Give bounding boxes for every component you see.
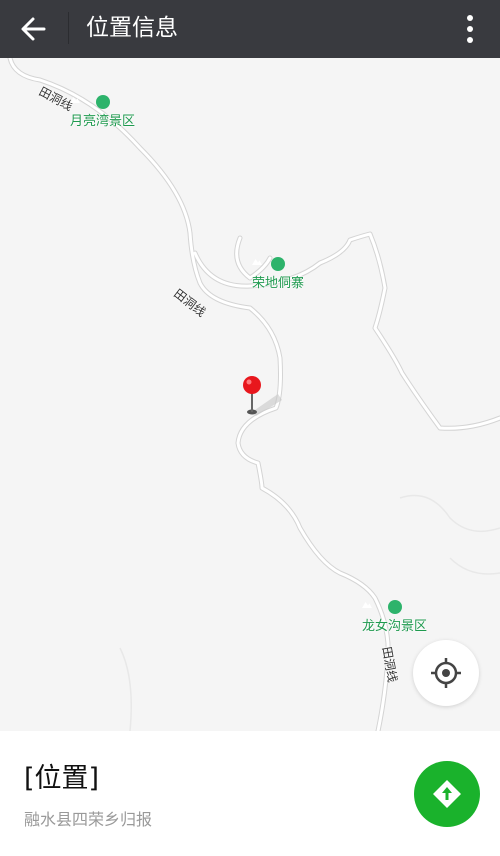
poi-yueliangwan[interactable]: 月亮湾景区 [70,95,135,129]
poi-label: 龙女沟景区 [362,619,428,634]
locate-me-button[interactable] [413,640,479,706]
navigate-button[interactable] [414,761,480,827]
poi-label: 月亮湾景区 [70,114,136,129]
poi-label: 荣地侗寨 [252,276,305,291]
arrow-left-icon [21,17,46,41]
header-divider [68,12,69,44]
poi-rongdi-dongzhai[interactable]: 荣地侗寨 [252,257,304,291]
scenic-area-icon [362,600,402,614]
scenic-area-icon [252,257,285,271]
back-button[interactable] [14,10,54,48]
place-address: 融水县四荣乡归报 [24,810,153,829]
navigate-diamond-icon [433,780,461,808]
place-name: [位置] [24,763,100,794]
map-view[interactable]: 田洞线 田洞线 田洞线 月亮湾景区 荣地侗寨 龙女沟景区 [0,58,500,731]
more-button[interactable] [452,10,488,48]
page-title: 位置信息 [86,15,178,41]
more-vertical-icon [467,15,473,43]
poi-longnvgou[interactable]: 龙女沟景区 [362,600,427,634]
location-info-panel: [位置] 融水县四荣乡归报 [0,731,500,856]
location-pin-icon [243,376,282,416]
crosshair-locate-icon [431,658,461,688]
app-header: 位置信息 [0,0,500,58]
scenic-area-icon [70,95,110,109]
